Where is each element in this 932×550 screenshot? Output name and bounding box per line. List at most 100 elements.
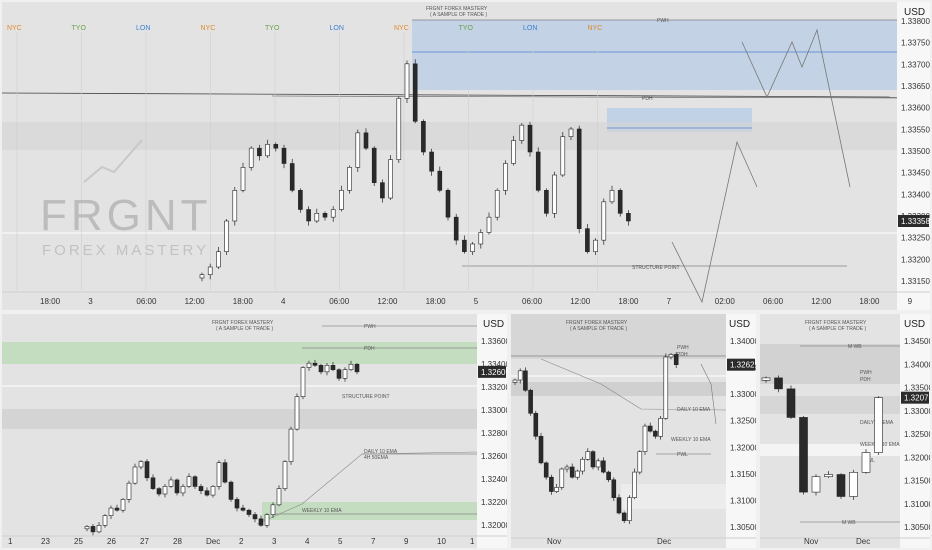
main-candle-body [609, 190, 615, 203]
main-candle-body [224, 220, 229, 252]
main-y-tick-label: 1.33200 [901, 255, 930, 264]
main-y-tick-label: 1.33750 [901, 39, 930, 48]
bottom-3-currency-label[interactable]: USD [904, 319, 925, 330]
b2-candle-body [601, 460, 606, 473]
main-candle-body [248, 147, 254, 168]
main-watermark-sub: FOREX MASTERY [42, 242, 209, 259]
main-session-label: NYC [7, 25, 22, 32]
bottom-chart-1-svg[interactable]: PWHPDHSTRUCTURE POINTDAILY 10 EMA4H 50EM… [2, 314, 507, 548]
b2-candle-body [517, 370, 523, 381]
main-candle-body [339, 190, 344, 210]
bottom-chart-3-panel[interactable]: M WBPWHPDHDAILY 10 EMAWEEKLY 10 EMAPWLM … [760, 314, 930, 548]
main-candle-body [544, 190, 549, 214]
main-chart-svg[interactable]: PWH PDH STRUCTURE POINT NYC TYO LON NYC TYO LON N… [2, 2, 930, 310]
b3-candle-body [861, 452, 871, 473]
main-chart-panel[interactable]: PWH PDH STRUCTURE POINT NYC TYO LON NYC TYO LON N… [2, 2, 930, 310]
main-currency-label[interactable]: USD [904, 7, 925, 18]
bottom-2-currency-label[interactable]: USD [729, 319, 750, 330]
main-y-tick-label: 1.33500 [901, 147, 930, 156]
b1-pdh-label: PDH [364, 346, 375, 352]
b1-candle-body [186, 476, 192, 487]
b3-y-tick-label: 1.33500 [904, 384, 930, 393]
b1-x-tick-label: 1 [470, 537, 475, 546]
b1-current-price-label: 1.32609 [481, 368, 507, 377]
b2-y-tick-label: 1.32500 [730, 417, 756, 426]
main-x-tick-label: 06:00 [763, 297, 784, 306]
main-x-tick-label: 12:00 [570, 297, 591, 306]
b2-pwh-label: PWH [677, 345, 689, 351]
bottom-1-currency-label[interactable]: USD [483, 319, 504, 330]
b2-y-tick-label: 1.32000 [730, 443, 756, 452]
b1-candle-body [126, 482, 132, 500]
main-session-label: NYC [201, 25, 216, 32]
main-candle-body [289, 163, 295, 191]
b3-candle-body [799, 417, 808, 493]
b2-candle-body [554, 487, 559, 492]
main-y-tick-label: 1.33250 [901, 234, 930, 243]
main-session-label: TYO [72, 25, 87, 32]
b3-candle-body [774, 377, 783, 390]
main-candle-body [371, 147, 377, 183]
b1-x-tick-label: 28 [173, 537, 182, 546]
b1-x-tick-label: 10 [437, 537, 446, 546]
b1-candle-body [222, 462, 228, 483]
main-y-tick-label: 1.33800 [901, 17, 930, 26]
b3-pdh-label: PDH [860, 377, 871, 383]
main-candle-body [462, 239, 467, 252]
main-x-tick-label: 9 [908, 297, 913, 306]
bottom-chart-1-panel[interactable]: PWH PDH STRUCTURE POINT DAILY 10 EMA 4H 50EM… [2, 314, 507, 548]
b1-y-tick-label: 1.32200 [481, 498, 507, 507]
main-candle-body [503, 163, 508, 191]
main-candle-body [330, 209, 336, 218]
b3-current-price-label: 1.32076 [904, 394, 930, 403]
main-candle-body [404, 63, 410, 99]
main-x-tick-label: 18:00 [40, 297, 61, 306]
b3-y-tick-label: 1.31500 [904, 477, 930, 486]
main-x-tick-label: 18:00 [233, 297, 254, 306]
main-candle-body [396, 98, 402, 160]
main-candle-body [281, 147, 287, 164]
b1-candle-body [132, 466, 138, 484]
b2-pwl-label: PWL [677, 452, 688, 458]
main-candle-body [412, 63, 418, 122]
main-x-tick-label: 06:00 [522, 297, 543, 306]
main-y-tick-label: 1.33400 [901, 190, 930, 199]
b1-y-tick-label: 1.33000 [481, 406, 507, 415]
b2-weekly-ema-label: WEEKLY 10 EMA [671, 437, 711, 443]
b2-candle-body [512, 379, 518, 383]
main-candle-body [388, 159, 393, 199]
b3-pwh-label: PWH [860, 370, 872, 376]
b2-axis-strip [726, 314, 756, 548]
b1-candle-body [198, 486, 204, 492]
b2-candle-body [533, 412, 539, 437]
b3-x-tick-label: Dec [856, 537, 870, 546]
b1-x-tick-label: 3 [272, 537, 277, 546]
main-structure-label: STRUCTURE POINT [632, 265, 680, 271]
b3-y-tick-label: 1.34500 [904, 337, 930, 346]
main-candle-body [585, 228, 590, 252]
b2-candle-body [564, 466, 570, 470]
b2-y-tick-label: 1.30500 [730, 523, 756, 532]
main-session-label: LON [330, 25, 344, 32]
b1-candle-body [162, 486, 168, 495]
b2-candle-body [595, 460, 601, 468]
main-candle-body [207, 266, 213, 275]
b1-candle-body [120, 499, 126, 511]
b2-candle-body [538, 435, 544, 464]
main-candle-body [576, 128, 582, 229]
bottom-chart-3-svg[interactable]: M WBPWHPDHDAILY 10 EMAWEEKLY 10 EMAPWLM … [760, 314, 930, 548]
b1-y-tick-label: 1.32800 [481, 429, 507, 438]
main-session-label: TYO [459, 25, 474, 32]
bottom-chart-2-svg[interactable]: PWHPDHDAILY 10 EMAWEEKLY 10 EMAPWLFRGNT … [511, 314, 756, 548]
b1-green-zone-top [2, 342, 477, 364]
b2-pdh-label: PDH [677, 352, 688, 358]
b2-y-tick-label: 1.31500 [730, 470, 756, 479]
b3-mwb-bottom-label: M WB [842, 520, 856, 526]
bottom-chart-2-panel[interactable]: PWH PDH DAILY 10 EMA WEEKLY 10 EMA PWL FRGNT … [511, 314, 756, 548]
b1-candle-body [282, 461, 288, 489]
main-candle-body [470, 243, 475, 252]
b2-current-price-label: 1.32621 [730, 361, 756, 370]
b1-candle-body [300, 367, 306, 398]
b2-candle-body [632, 471, 637, 498]
b2-candle-body [549, 476, 554, 492]
